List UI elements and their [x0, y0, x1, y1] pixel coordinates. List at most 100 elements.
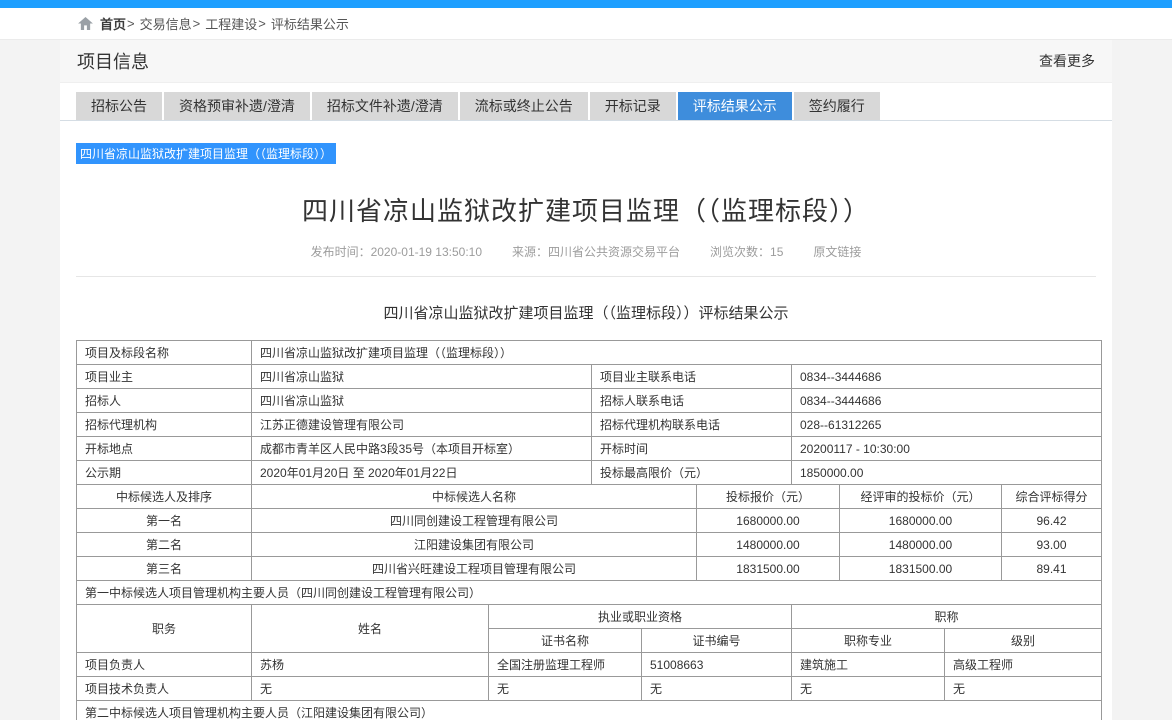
table-row: 项目业主 四川省凉山监狱 项目业主联系电话 0834--3444686: [77, 365, 1102, 389]
publish-time: 发布时间：2020-01-19 13:50:10: [311, 243, 482, 260]
personnel-cert-no: 51008663: [642, 653, 792, 677]
section-title-row: 第二中标候选人项目管理机构主要人员（江阳建设集团有限公司）: [77, 701, 1102, 720]
article-title: 四川省凉山监狱改扩建项目监理（（监理标段））: [76, 191, 1096, 228]
info-label: 招标人联系电话: [592, 389, 792, 413]
candidate-reviewed-price: 1831500.00: [840, 557, 1002, 581]
info-label: 招标代理机构: [77, 413, 252, 437]
candidate-price: 1831500.00: [697, 557, 840, 581]
info-value: 0834--3444686: [792, 365, 1102, 389]
personnel-duty: 项目负责人: [77, 653, 252, 677]
candidate-row: 第二名 江阳建设集团有限公司 1480000.00 1480000.00 93.…: [77, 533, 1102, 557]
tab-bid-announcement[interactable]: 招标公告: [76, 92, 162, 120]
section-header-bar: 项目信息 查看更多: [60, 40, 1112, 83]
result-subtitle: 四川省凉山监狱改扩建项目监理（（监理标段））评标结果公示: [76, 302, 1096, 323]
column-header: 姓名: [252, 605, 489, 653]
personnel-cert-name: 全国注册监理工程师: [489, 653, 642, 677]
table-row: 项目及标段名称 四川省凉山监狱改扩建项目监理（（监理标段））: [77, 341, 1102, 365]
candidate-name: 四川省兴旺建设工程项目管理有限公司: [252, 557, 697, 581]
info-value: 0834--3444686: [792, 389, 1102, 413]
info-label: 开标地点: [77, 437, 252, 461]
info-label: 项目业主联系电话: [592, 365, 792, 389]
view-count: 浏览次数：15: [710, 243, 783, 260]
breadcrumb-separator: >: [258, 16, 266, 31]
personnel-row: 项目负责人 苏杨 全国注册监理工程师 51008663 建筑施工 高级工程师: [77, 653, 1102, 677]
info-value: 2020年01月20日 至 2020年01月22日: [252, 461, 592, 485]
table-row: 招标代理机构 江苏正德建设管理有限公司 招标代理机构联系电话 028--6131…: [77, 413, 1102, 437]
tab-bid-opening-record[interactable]: 开标记录: [590, 92, 676, 120]
page-title: 项目信息: [77, 48, 149, 74]
info-value: 江苏正德建设管理有限公司: [252, 413, 592, 437]
tab-failed-or-terminated[interactable]: 流标或终止公告: [460, 92, 588, 120]
column-header: 证书编号: [642, 629, 792, 653]
personnel-header-row: 职务 姓名 执业或职业资格 职称: [77, 605, 1102, 629]
column-header: 职务: [77, 605, 252, 653]
section-title-row: 第一中标候选人项目管理机构主要人员（四川同创建设工程管理有限公司）: [77, 581, 1102, 605]
candidate-score: 89.41: [1002, 557, 1102, 581]
breadcrumb-item-trade-info[interactable]: 交易信息: [140, 14, 192, 33]
breadcrumb-item-eval-results[interactable]: 评标结果公示: [271, 14, 349, 33]
personnel-name: 苏杨: [252, 653, 489, 677]
candidate-name: 四川同创建设工程管理有限公司: [252, 509, 697, 533]
candidate-rank: 第一名: [77, 509, 252, 533]
candidate-row: 第三名 四川省兴旺建设工程项目管理有限公司 1831500.00 1831500…: [77, 557, 1102, 581]
column-header: 执业或职业资格: [489, 605, 792, 629]
breadcrumb: 首页 > 交易信息 > 工程建设 > 评标结果公示: [0, 8, 1172, 40]
candidate-price: 1480000.00: [697, 533, 840, 557]
tab-bid-doc-addendum[interactable]: 招标文件补遗/澄清: [312, 92, 458, 120]
candidate-rank: 第二名: [77, 533, 252, 557]
tab-prequalification-addendum[interactable]: 资格预审补遗/澄清: [164, 92, 310, 120]
personnel-title-level: 高级工程师: [945, 653, 1102, 677]
info-label: 招标人: [77, 389, 252, 413]
tab-contract-performance[interactable]: 签约履行: [794, 92, 880, 120]
column-header: 投标报价（元）: [697, 485, 840, 509]
breadcrumb-item-engineering[interactable]: 工程建设: [205, 14, 257, 33]
column-header: 综合评标得分: [1002, 485, 1102, 509]
candidate-score: 93.00: [1002, 533, 1102, 557]
info-label: 招标代理机构联系电话: [592, 413, 792, 437]
tab-bar: 招标公告 资格预审补遗/澄清 招标文件补遗/澄清 流标或终止公告 开标记录 评标…: [60, 83, 1112, 121]
tab-eval-result-publicity[interactable]: 评标结果公示: [678, 92, 792, 120]
candidate-rank: 第三名: [77, 557, 252, 581]
content-area: 四川省凉山监狱改扩建项目监理（（监理标段）） 四川省凉山监狱改扩建项目监理（（监…: [60, 121, 1112, 720]
column-header: 经评审的投标价（元）: [840, 485, 1002, 509]
personnel-duty: 项目技术负责人: [77, 677, 252, 701]
info-label: 开标时间: [592, 437, 792, 461]
breadcrumb-home[interactable]: 首页: [100, 14, 126, 33]
article-meta: 发布时间：2020-01-19 13:50:10 来源：四川省公共资源交易平台 …: [76, 243, 1096, 260]
table-row: 公示期 2020年01月20日 至 2020年01月22日 投标最高限价（元） …: [77, 461, 1102, 485]
info-value: 1850000.00: [792, 461, 1102, 485]
candidate-row: 第一名 四川同创建设工程管理有限公司 1680000.00 1680000.00…: [77, 509, 1102, 533]
breadcrumb-separator: >: [127, 16, 135, 31]
info-value: 成都市青羊区人民中路3段35号（本项目开标室）: [252, 437, 592, 461]
personnel-section-title: 第一中标候选人项目管理机构主要人员（四川同创建设工程管理有限公司）: [77, 581, 1102, 605]
candidate-price: 1680000.00: [697, 509, 840, 533]
personnel-title-major: 建筑施工: [792, 653, 945, 677]
info-value: 四川省凉山监狱: [252, 365, 592, 389]
view-more-link[interactable]: 查看更多: [1039, 51, 1095, 71]
info-value: 四川省凉山监狱: [252, 389, 592, 413]
top-accent-bar: [0, 0, 1172, 8]
table-row: 招标人 四川省凉山监狱 招标人联系电话 0834--3444686: [77, 389, 1102, 413]
personnel-row: 项目技术负责人 无 无 无 无 无: [77, 677, 1102, 701]
column-header: 职称专业: [792, 629, 945, 653]
info-label: 投标最高限价（元）: [592, 461, 792, 485]
column-header: 证书名称: [489, 629, 642, 653]
personnel-title-major: 无: [792, 677, 945, 701]
info-value: 四川省凉山监狱改扩建项目监理（（监理标段））: [252, 341, 1102, 365]
info-label: 公示期: [77, 461, 252, 485]
candidate-score: 96.42: [1002, 509, 1102, 533]
info-value: 20200117 - 10:30:00: [792, 437, 1102, 461]
info-label: 项目及标段名称: [77, 341, 252, 365]
home-icon: [78, 17, 93, 30]
column-header: 中标候选人及排序: [77, 485, 252, 509]
candidate-reviewed-price: 1680000.00: [840, 509, 1002, 533]
personnel-cert-name: 无: [489, 677, 642, 701]
personnel-name: 无: [252, 677, 489, 701]
personnel-title-level: 无: [945, 677, 1102, 701]
evaluation-result-table: 项目及标段名称 四川省凉山监狱改扩建项目监理（（监理标段）） 项目业主 四川省凉…: [76, 340, 1102, 720]
source: 来源：四川省公共资源交易平台: [512, 243, 680, 260]
original-link[interactable]: 原文链接: [813, 243, 861, 260]
info-label: 项目业主: [77, 365, 252, 389]
column-header: 级别: [945, 629, 1102, 653]
project-result-link[interactable]: 四川省凉山监狱改扩建项目监理（（监理标段））: [76, 143, 336, 164]
